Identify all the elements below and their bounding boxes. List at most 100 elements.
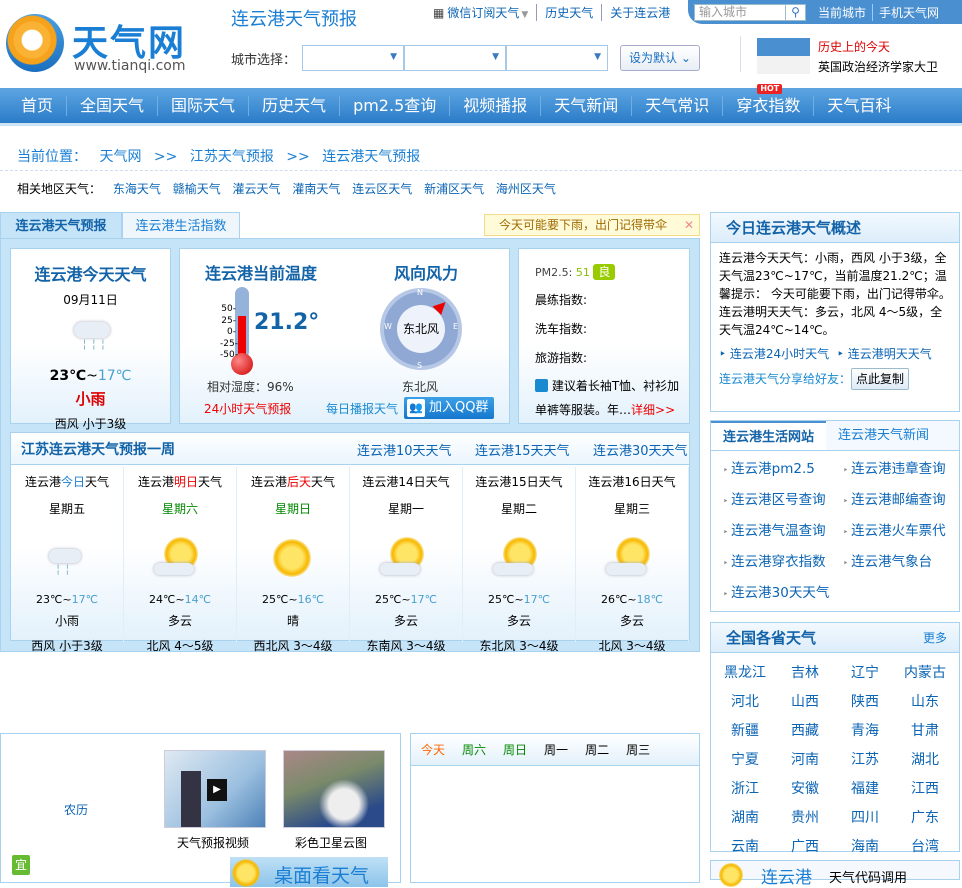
life-link[interactable]: ‣ 连云港区号查询 — [723, 488, 843, 508]
copy-button[interactable]: 点此复制 — [851, 368, 910, 390]
life-link[interactable]: ‣ 连云港30天天气 — [723, 581, 843, 601]
nav-news[interactable]: 天气新闻 — [541, 95, 633, 116]
nav-pm25[interactable]: pm2.5查询 — [340, 95, 451, 116]
tab-tue[interactable]: 周二 — [585, 741, 609, 765]
province-link[interactable]: 江西 — [895, 778, 955, 798]
province-link[interactable]: 甘肃 — [895, 720, 955, 740]
province-link[interactable]: 吉林 — [775, 662, 835, 682]
tab-sat[interactable]: 周六 — [462, 741, 486, 765]
10-day-link[interactable]: 连云港10天天气 — [357, 440, 452, 459]
mobile-site-link[interactable]: 手机天气网 — [873, 4, 945, 21]
tab-sun[interactable]: 周日 — [503, 741, 527, 765]
history-weather-link[interactable]: 历史天气 — [537, 4, 603, 21]
wechat-subscribe-link[interactable]: ▦ 微信订阅天气 ▼ — [425, 4, 538, 21]
province-link[interactable]: 广西 — [775, 836, 835, 856]
tab-life-sites[interactable]: 连云港生活网站 — [711, 421, 826, 450]
province-link[interactable]: 江苏 — [835, 749, 895, 769]
search-icon[interactable]: ⚲ — [786, 3, 806, 21]
tomorrow-weather-link[interactable]: ‣ 连云港明天天气 — [837, 347, 932, 361]
province-link[interactable]: 新疆 — [715, 720, 775, 740]
nav-knowledge[interactable]: 天气常识 — [632, 95, 724, 116]
related-link[interactable]: 灌南天气 — [292, 182, 340, 196]
related-link[interactable]: 连云区天气 — [352, 182, 412, 196]
province-link[interactable]: 广东 — [895, 807, 955, 827]
province-link[interactable]: 湖北 — [895, 749, 955, 769]
desktop-weather-banner[interactable]: 桌面看天气 — [230, 857, 388, 887]
province-link[interactable]: 海南 — [835, 836, 895, 856]
related-link[interactable]: 东海天气 — [113, 182, 161, 196]
history-image[interactable] — [757, 38, 810, 56]
lunar-calendar-link[interactable]: 农历 — [64, 801, 88, 818]
related-link[interactable]: 灌云天气 — [233, 182, 281, 196]
close-icon[interactable]: ✕ — [684, 215, 694, 235]
nav-home[interactable]: 首页 — [8, 95, 68, 116]
hourly-forecast-link[interactable]: 24小时天气预报 — [204, 400, 291, 417]
history-title[interactable]: 历史上的今天 — [818, 38, 890, 55]
province-link[interactable]: 青海 — [835, 720, 895, 740]
nav-national[interactable]: 全国天气 — [67, 95, 159, 116]
video-thumbnail[interactable]: ▶ — [164, 750, 266, 828]
tab-city-news[interactable]: 连云港天气新闻 — [826, 421, 941, 450]
province-link[interactable]: 河南 — [775, 749, 835, 769]
breadcrumb-province[interactable]: 江苏天气预报 — [190, 149, 274, 165]
tab-today[interactable]: 今天 — [421, 741, 445, 765]
24h-weather-link[interactable]: ‣ 连云港24小时天气 — [719, 347, 829, 361]
nav-history[interactable]: 历史天气 — [249, 95, 341, 116]
current-city-link[interactable]: 当前城市 — [812, 3, 874, 21]
nav-encyclopedia[interactable]: 天气百科 — [814, 96, 904, 116]
life-link[interactable]: ‣ 连云港pm2.5 — [723, 457, 843, 477]
more-link[interactable]: 更多 — [923, 623, 947, 653]
province-link[interactable]: 四川 — [835, 807, 895, 827]
province-link[interactable]: 辽宁 — [835, 662, 895, 682]
life-link[interactable]: ‣ 连云港穿衣指数 — [723, 550, 843, 570]
life-link[interactable]: ‣ 连云港邮编查询 — [843, 488, 962, 508]
district-select[interactable] — [506, 45, 608, 71]
province-link[interactable]: 台湾 — [895, 836, 955, 856]
province-link[interactable]: 内蒙古 — [895, 662, 955, 682]
province-link[interactable]: 湖南 — [715, 807, 775, 827]
satellite-label[interactable]: 彩色卫星云图 — [295, 834, 367, 851]
tab-forecast[interactable]: 连云港天气预报 — [0, 212, 122, 239]
related-link[interactable]: 新浦区天气 — [424, 182, 484, 196]
province-link[interactable]: 云南 — [715, 836, 775, 856]
province-link[interactable]: 山西 — [775, 691, 835, 711]
province-link[interactable]: 贵州 — [775, 807, 835, 827]
tab-life-index[interactable]: 连云港生活指数 — [122, 212, 240, 239]
life-link[interactable]: ‣ 连云港火车票代 — [843, 519, 962, 539]
province-select[interactable] — [302, 45, 404, 71]
nav-dressing[interactable]: HOT 穿衣指数 — [723, 83, 815, 116]
video-label[interactable]: 天气预报视频 — [177, 834, 249, 851]
nav-international[interactable]: 国际天气 — [158, 95, 250, 116]
breadcrumb-city[interactable]: 连云港天气预报 — [322, 149, 420, 165]
15-day-link[interactable]: 连云港15天天气 — [475, 440, 570, 459]
life-link[interactable]: ‣ 连云港违章查询 — [843, 457, 962, 477]
about-city-link[interactable]: 关于连云港 — [602, 4, 678, 21]
breadcrumb-home[interactable]: 天气网 — [99, 149, 141, 165]
province-link[interactable]: 河北 — [715, 691, 775, 711]
life-link[interactable]: ‣ 连云港气象台 — [843, 550, 962, 570]
satellite-thumbnail[interactable] — [283, 750, 385, 828]
province-link[interactable]: 安徽 — [775, 778, 835, 798]
history-text[interactable]: 英国政治经济学家大卫 — [818, 58, 938, 75]
logo-icon[interactable] — [6, 14, 64, 72]
related-link[interactable]: 赣榆天气 — [173, 182, 221, 196]
day-condition: 多云 — [393, 614, 418, 628]
life-link[interactable]: ‣ 连云港气温查询 — [723, 519, 843, 539]
province-link[interactable]: 福建 — [835, 778, 895, 798]
province-link[interactable]: 山东 — [895, 691, 955, 711]
city-search-input[interactable]: 输入城市 — [694, 3, 786, 21]
detail-link[interactable]: 详细>> — [631, 403, 675, 417]
join-qq-button[interactable]: 👥 加入QQ群 — [404, 397, 494, 419]
province-link[interactable]: 浙江 — [715, 778, 775, 798]
province-link[interactable]: 陕西 — [835, 691, 895, 711]
province-link[interactable]: 宁夏 — [715, 749, 775, 769]
related-link[interactable]: 海州区天气 — [496, 182, 556, 196]
province-link[interactable]: 黑龙江 — [715, 662, 775, 682]
city-select[interactable] — [404, 45, 506, 71]
30-day-link[interactable]: 连云港30天天气 — [593, 440, 688, 459]
tab-mon[interactable]: 周一 — [544, 741, 568, 765]
set-default-button[interactable]: 设为默认 ⌄ — [620, 45, 700, 71]
province-link[interactable]: 西藏 — [775, 720, 835, 740]
tab-wed[interactable]: 周三 — [626, 741, 650, 765]
nav-video[interactable]: 视频播报 — [450, 95, 542, 116]
